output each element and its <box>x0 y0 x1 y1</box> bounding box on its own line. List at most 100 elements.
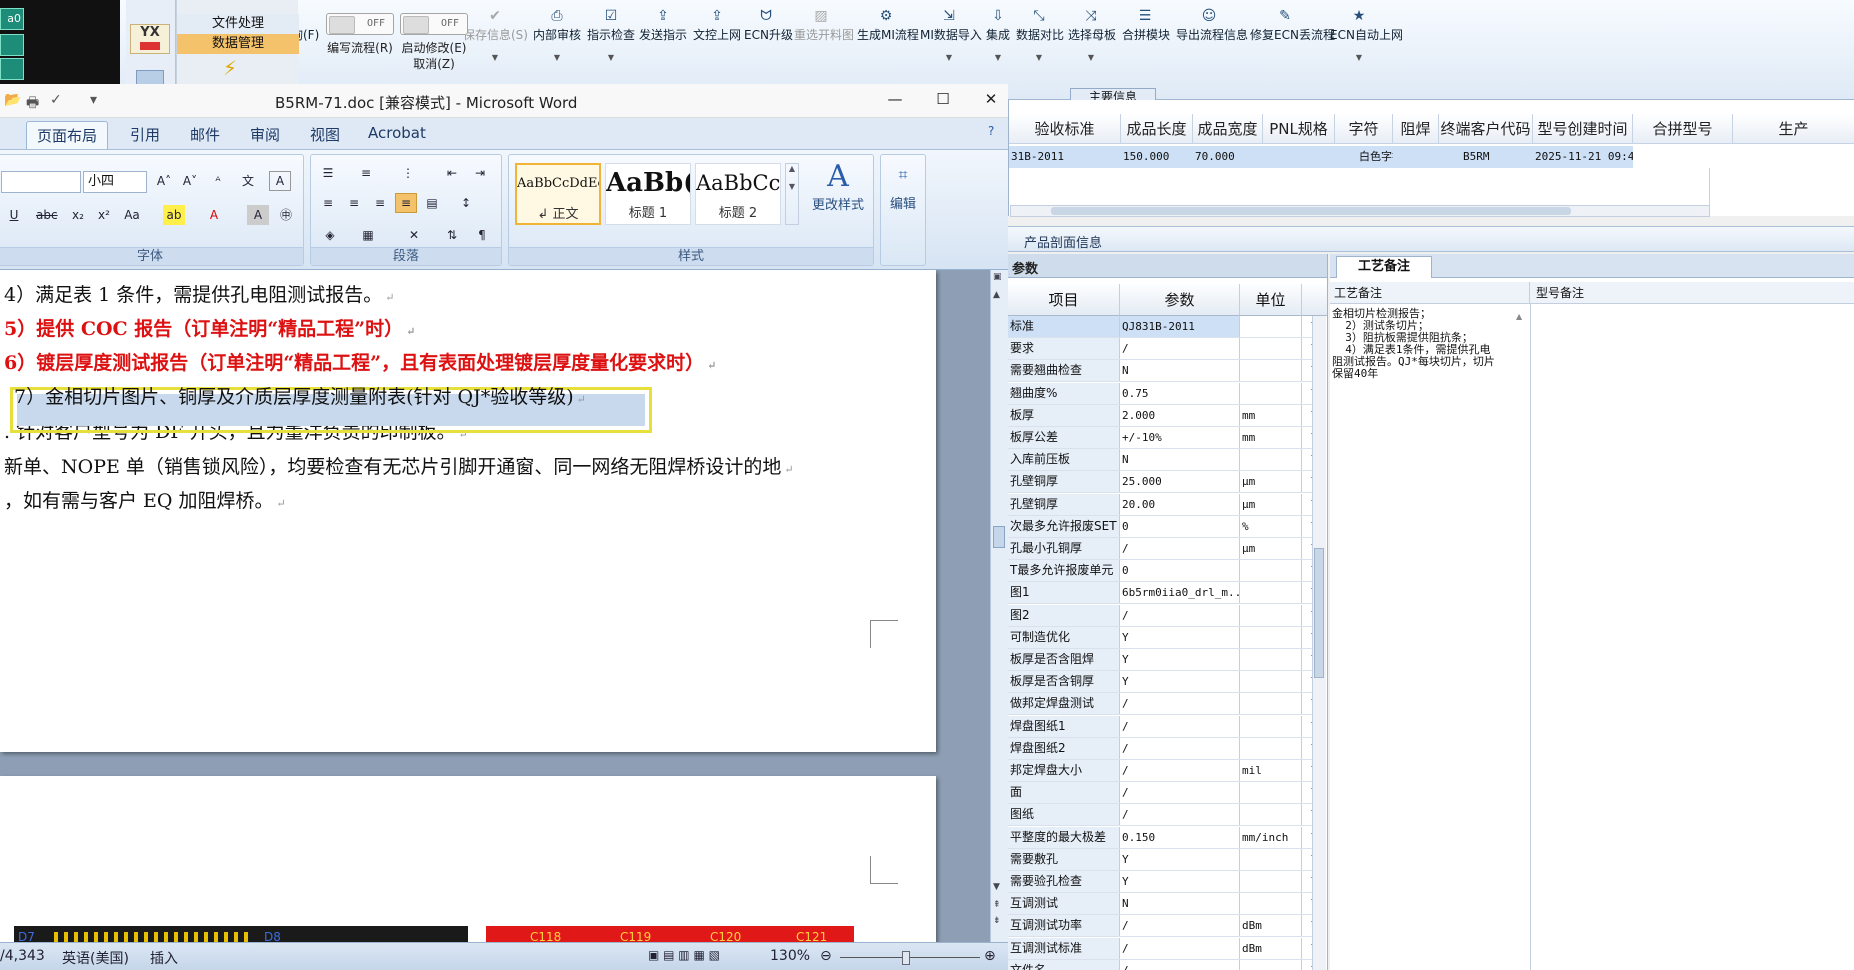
borders-icon[interactable]: ▦ <box>357 225 379 245</box>
tab-review[interactable]: 审阅 <box>250 124 280 145</box>
minimize-icon[interactable]: — <box>880 90 910 112</box>
align-left-icon[interactable]: ≡ <box>317 193 339 213</box>
dropdown-arrow-icon[interactable]: ▼ <box>532 53 582 62</box>
toolbar-button-6[interactable]: ᗢ ECN升级 <box>744 6 793 76</box>
params-scrollbar[interactable] <box>1312 316 1326 970</box>
zoom-level[interactable]: 130% <box>770 948 810 964</box>
font-size-combo[interactable]: 小四 <box>83 171 147 193</box>
status-insert-mode[interactable]: 插入 <box>150 948 178 968</box>
multilevel-icon[interactable]: ⋮ <box>397 163 419 183</box>
param-row[interactable]: 板厚是否含阻焊YY <box>1008 649 1320 671</box>
prev-page-icon[interactable]: ⇞ <box>993 900 1001 910</box>
increase-indent-icon[interactable]: ⇥ <box>469 163 491 183</box>
zoom-out-icon[interactable]: ⊖ <box>820 948 832 964</box>
zoom-slider-thumb[interactable] <box>902 951 910 965</box>
param-value[interactable]: / <box>1120 937 1240 959</box>
style-heading2[interactable]: AaBbCc 标题 2 <box>695 163 781 225</box>
left-box-2[interactable] <box>0 58 24 80</box>
bullets-icon[interactable]: ☰ <box>317 163 339 183</box>
param-row[interactable]: 邦定焊盘大小/milY <box>1008 760 1320 782</box>
superscript-icon[interactable]: x² <box>93 205 115 225</box>
param-row[interactable]: 要求/Y <box>1008 338 1320 361</box>
param-value[interactable]: / <box>1120 804 1240 826</box>
view-buttons[interactable]: ▣ ▤ ▥ ▦ ▧ <box>648 948 720 962</box>
strike-icon[interactable]: abc <box>35 205 58 225</box>
styles-scroll[interactable]: ▲ ▼ <box>785 163 799 225</box>
write-flow-toggle[interactable]: OFF <box>326 13 394 35</box>
param-row[interactable]: 互调测试标准/dBmY <box>1008 937 1320 960</box>
param-row[interactable]: 入库前压板NY <box>1008 449 1320 472</box>
align-center-icon[interactable]: ≡ <box>343 193 365 213</box>
main-row-cell[interactable]: 2025-11-21 09:44:20 <box>1533 146 1633 168</box>
param-value[interactable]: 0.150 <box>1120 826 1240 848</box>
maximize-icon[interactable]: ☐ <box>928 90 958 112</box>
toolbar-button-7[interactable]: ▨ 重选开料图 <box>794 6 854 76</box>
tab-acrobat[interactable]: Acrobat <box>368 124 426 142</box>
col-item[interactable]: 项目 <box>1008 284 1120 316</box>
toolbar-button-4[interactable]: ⇪ 发送指示 <box>638 6 688 76</box>
param-row[interactable]: 翘曲度%0.75Y <box>1008 382 1320 405</box>
param-value[interactable]: / <box>1120 538 1240 559</box>
param-value[interactable]: N <box>1120 449 1240 471</box>
param-value[interactable]: / <box>1120 338 1240 360</box>
numbering-icon[interactable]: ≡ <box>355 163 377 183</box>
edit-button[interactable]: ⌗ 编辑 <box>881 165 925 212</box>
param-row[interactable]: T最多允许报废单元0Y <box>1008 560 1320 583</box>
dropdown-arrow-icon[interactable]: ▼ <box>1016 53 1062 62</box>
param-value[interactable]: / <box>1120 715 1240 737</box>
param-row[interactable]: 次最多允许报废SET0%Y <box>1008 515 1320 538</box>
char-shading-icon[interactable]: A <box>247 205 269 225</box>
h-scroll-thumb[interactable] <box>1051 207 1571 215</box>
ruler-toggle-icon[interactable]: ▣ <box>993 272 1002 282</box>
main-col-header[interactable]: 字符 <box>1335 114 1393 144</box>
param-value[interactable]: +/-10% <box>1120 427 1240 448</box>
justify-icon[interactable]: ≡ <box>395 193 417 213</box>
scroll-up-icon[interactable]: ▲ <box>993 290 1000 300</box>
change-styles-button[interactable]: A 更改样式 <box>803 159 873 213</box>
document-page[interactable]: 4）满足表 1 条件，需提供孔电阻测试报告。 ↵ 5）提供 COC 报告（订单注明“… <box>0 270 936 752</box>
main-col-header[interactable]: 终端客户代码 <box>1439 114 1533 144</box>
param-row[interactable]: 板厚是否含铜厚YY <box>1008 671 1320 694</box>
param-row[interactable]: 孔最小孔铜厚/μmY <box>1008 538 1320 560</box>
main-row-cell[interactable] <box>1393 146 1439 168</box>
main-row-cell[interactable] <box>1263 146 1335 168</box>
main-col-header[interactable]: 成品长度 <box>1121 114 1193 144</box>
param-value[interactable]: / <box>1120 760 1240 781</box>
clear-format-icon[interactable]: ᴬ <box>207 171 229 191</box>
yx-tool-icon[interactable]: YX <box>130 24 170 54</box>
param-value[interactable]: 0 <box>1120 515 1240 537</box>
shrink-font-icon[interactable]: A˅ <box>179 171 201 191</box>
distribute-icon[interactable]: ▤ <box>421 193 443 213</box>
col-unit[interactable]: 单位 <box>1240 284 1302 316</box>
tab-process-notes[interactable]: 工艺备注 <box>1336 256 1432 278</box>
dropdown-arrow-icon[interactable]: ▼ <box>920 53 978 62</box>
vertical-scrollbar[interactable]: ▣ ▲ ▼ ⇞ ⇟ <box>990 270 1008 942</box>
main-col-header[interactable]: 验收标准 <box>1009 114 1121 144</box>
status-page[interactable]: /4,343 <box>0 948 45 964</box>
toolbar-button-16[interactable]: ★ ECN自动上网 ▼ <box>1330 6 1403 76</box>
dropdown-arrow-icon[interactable]: ▼ <box>984 53 1012 62</box>
next-page-icon[interactable]: ⇟ <box>993 916 1001 926</box>
param-row[interactable]: 需要翘曲检查NY <box>1008 360 1320 383</box>
param-row[interactable]: 做邦定焊盘测试/Y <box>1008 693 1320 716</box>
show-marks-icon[interactable]: ¶ <box>471 225 493 245</box>
tab-mailings[interactable]: 邮件 <box>190 124 220 145</box>
param-row[interactable]: 焊盘图纸1/Y <box>1008 715 1320 738</box>
param-value[interactable]: Y <box>1120 649 1240 670</box>
process-notes-text[interactable]: 金相切片检测报告； 2）测试条切片； 3）阻抗板需提供阻抗条； 4）满足表1条件… <box>1332 308 1518 968</box>
chinese-layout-icon[interactable]: ✕ <box>403 225 425 245</box>
qat-dropdown-icon[interactable]: ▾ <box>90 92 97 108</box>
help-icon[interactable]: ? <box>988 124 994 138</box>
param-value[interactable]: N <box>1120 360 1240 382</box>
param-row[interactable]: 板厚2.000mmY <box>1008 404 1320 427</box>
toolbar-button-14[interactable]: ☺ 导出流程信息 <box>1176 6 1248 76</box>
doc-paragraph[interactable]: 6）镀层厚度测试报告（订单注明“精品工程”，且有表面处理镀层厚度量化要求时） ↵ <box>4 348 716 375</box>
param-value[interactable]: 20.00 <box>1120 493 1240 515</box>
param-value[interactable]: / <box>1120 693 1240 715</box>
param-row[interactable]: 图纸/Y <box>1008 804 1320 827</box>
param-row[interactable]: 焊盘图纸2/Y <box>1008 737 1320 760</box>
document-page-2[interactable]: D7 D8 C118 C119 C120 C121 <box>0 776 936 942</box>
main-row-cell[interactable]: 150.000 <box>1121 146 1193 168</box>
tab-page-layout[interactable]: 页面布局 <box>26 121 109 149</box>
sort-icon[interactable]: ⇅ <box>441 225 463 245</box>
